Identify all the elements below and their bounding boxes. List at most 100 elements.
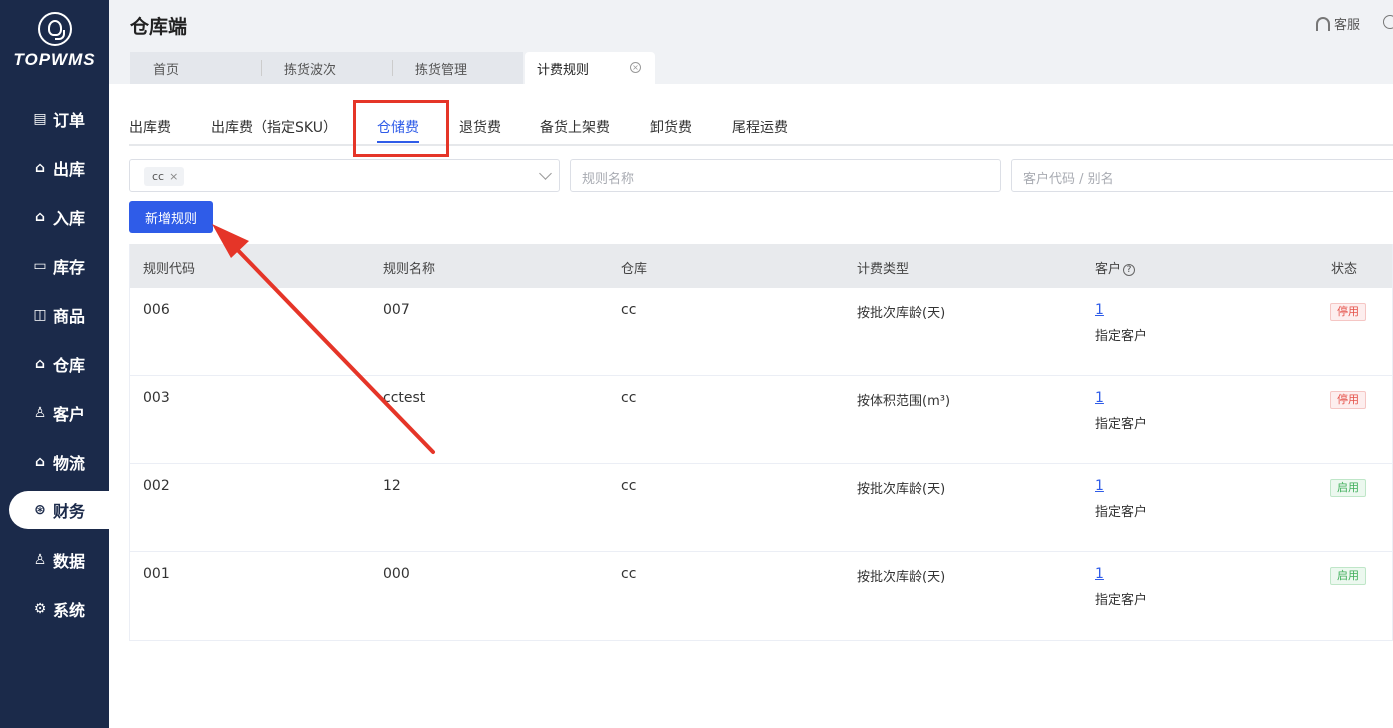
cell-customer-type: 指定客户 [1095, 329, 1148, 344]
cell-type: 按批次库龄(天) [857, 482, 946, 497]
inbound-icon: ⌂ [34, 208, 46, 225]
logo: TOPWMS [0, 12, 109, 70]
nav-label: 物流 [53, 453, 86, 473]
customer-count-link[interactable]: 1 [1095, 566, 1104, 582]
table-row: 003 cctest cc 按体积范围(m³) 1 指定客户 停用 [130, 376, 1392, 464]
tag-close-icon[interactable]: × [169, 170, 178, 183]
nav-item-orders[interactable]: ▤ 订单 [0, 94, 109, 143]
help-icon[interactable]: ? [1123, 264, 1136, 276]
header-warehouse: 仓库 [621, 262, 648, 277]
cell-code: 006 [143, 302, 170, 318]
nav-item-logistics[interactable]: ⌂ 物流 [0, 437, 109, 486]
nav-label: 仓库 [53, 355, 86, 375]
close-icon[interactable]: × [630, 62, 641, 73]
tab-picking-wave[interactable]: 拣货波次 [261, 52, 392, 84]
status-badge: 停用 [1330, 391, 1366, 409]
warehouse-tag: cc × [144, 167, 185, 186]
logistics-icon: ⌂ [34, 453, 46, 470]
subtab-stocking-fee[interactable]: 备货上架费 [540, 117, 610, 137]
service-label: 客服 [1333, 18, 1360, 33]
cell-name: 12 [383, 478, 401, 494]
cell-code: 001 [143, 566, 170, 582]
fee-type-tabs: 出库费 出库费（指定SKU） 仓储费 退货费 备货上架费 卸货费 尾程运费 [129, 109, 1393, 146]
data-icon: ♙ [33, 551, 47, 568]
nav-item-customers[interactable]: ♙ 客户 [0, 388, 109, 437]
nav-item-finance[interactable]: ⊛ 财务 [9, 491, 109, 529]
subtab-last-mile-fee[interactable]: 尾程运费 [732, 117, 788, 137]
customer-count-link[interactable]: 1 [1095, 390, 1104, 406]
table-row: 002 12 cc 按批次库龄(天) 1 指定客户 启用 [130, 464, 1392, 552]
nav-label: 客户 [53, 404, 86, 424]
nav-item-data[interactable]: ♙ 数据 [0, 535, 109, 584]
cell-name: cctest [383, 390, 426, 406]
warehouse-icon: ⌂ [34, 355, 46, 372]
header-billing-type: 计费类型 [857, 262, 910, 277]
rules-table: 规则代码 规则名称 仓库 计费类型 客户? 状态 006 007 cc 按批次库… [129, 244, 1393, 641]
page-tabs: 首页 拣货波次 拣货管理 计费规则 × [130, 52, 655, 84]
tab-label: 拣货管理 [415, 62, 468, 78]
subtab-return-fee[interactable]: 退货费 [459, 117, 501, 137]
customer-count-link[interactable]: 1 [1095, 478, 1104, 494]
finance-icon: ⊛ [34, 502, 46, 518]
highlight-box [353, 100, 449, 157]
nav-item-inventory[interactable]: ▭ 库存 [0, 241, 109, 290]
nav-label: 库存 [53, 257, 86, 277]
cell-customer-type: 指定客户 [1095, 505, 1148, 520]
cell-warehouse: cc [621, 566, 637, 582]
cell-customer-type: 指定客户 [1095, 417, 1148, 432]
warehouse-select[interactable]: cc × [129, 159, 560, 192]
header-customer: 客户? [1095, 258, 1136, 277]
tab-label: 计费规则 [537, 62, 590, 78]
subtab-outbound-fee-sku[interactable]: 出库费（指定SKU） [211, 117, 337, 137]
cell-customer-type: 指定客户 [1095, 593, 1148, 608]
cell-type: 按批次库龄(天) [857, 306, 946, 321]
logo-icon [37, 12, 72, 46]
nav-item-products[interactable]: ◫ 商品 [0, 290, 109, 339]
subtab-outbound-fee[interactable]: 出库费 [129, 117, 171, 137]
tab-label: 拣货波次 [284, 62, 337, 78]
nav-label: 财务 [53, 502, 86, 521]
sidebar: TOPWMS ▤ 订单 ⌂ 出库 ⌂ 入库 ▭ 库存 ◫ 商品 ⌂ 仓库 ♙ 客户 ⌂ 物流 ⊛… [0, 0, 109, 728]
tab-picking-management[interactable]: 拣货管理 [392, 52, 523, 84]
header: 仓库端 客服 首页 拣货波次 拣货管理 计费规则 × [109, 0, 1393, 84]
subtab-unloading-fee[interactable]: 卸货费 [650, 117, 692, 137]
tab-label: 首页 [153, 62, 180, 78]
header-rule-code: 规则代码 [143, 262, 196, 277]
globe-icon[interactable] [1383, 15, 1393, 29]
tab-billing-rules[interactable]: 计费规则 × [525, 52, 655, 84]
logo-text: TOPWMS [13, 50, 96, 69]
table-header: 规则代码 规则名称 仓库 计费类型 客户? 状态 [130, 244, 1392, 288]
customer-service-button[interactable]: 客服 [1315, 14, 1360, 33]
table-row: 001 000 cc 按批次库龄(天) 1 指定客户 启用 [130, 552, 1392, 640]
outbound-icon: ⌂ [34, 159, 46, 176]
customer-placeholder: 客户代码 / 别名 [1023, 172, 1114, 187]
rule-name-input[interactable]: 规则名称 [570, 159, 1001, 192]
status-badge: 启用 [1330, 479, 1366, 497]
nav-item-inbound[interactable]: ⌂ 入库 [0, 192, 109, 241]
status-badge: 启用 [1330, 567, 1366, 585]
nav-label: 数据 [53, 551, 86, 571]
nav-item-outbound[interactable]: ⌂ 出库 [0, 143, 109, 192]
settings-icon: ⚙ [33, 600, 47, 617]
page-title: 仓库端 [130, 16, 188, 38]
header-rule-name: 规则名称 [383, 262, 436, 277]
sidebar-nav: ▤ 订单 ⌂ 出库 ⌂ 入库 ▭ 库存 ◫ 商品 ⌂ 仓库 ♙ 客户 ⌂ 物流 ⊛ 财务 ♙ 数据 … [0, 94, 109, 633]
tab-home[interactable]: 首页 [130, 52, 261, 84]
add-rule-button[interactable]: 新增规则 [129, 201, 213, 233]
cell-type: 按体积范围(m³) [857, 394, 951, 409]
nav-label: 系统 [53, 600, 86, 620]
chevron-down-icon [539, 167, 552, 180]
header-customer-label: 客户 [1095, 262, 1122, 277]
customer-count-link[interactable]: 1 [1095, 302, 1104, 318]
bag-icon: ◫ [33, 306, 47, 323]
customer-input[interactable]: 客户代码 / 别名 [1011, 159, 1393, 192]
cell-warehouse: cc [621, 478, 637, 494]
nav-label: 出库 [53, 159, 86, 179]
nav-item-warehouse[interactable]: ⌂ 仓库 [0, 339, 109, 388]
document-icon: ▤ [33, 110, 47, 127]
nav-label: 订单 [53, 110, 86, 130]
cell-type: 按批次库龄(天) [857, 570, 946, 585]
tag-label: cc [152, 170, 165, 183]
nav-item-system[interactable]: ⚙ 系统 [0, 584, 109, 633]
status-badge: 停用 [1330, 303, 1366, 321]
